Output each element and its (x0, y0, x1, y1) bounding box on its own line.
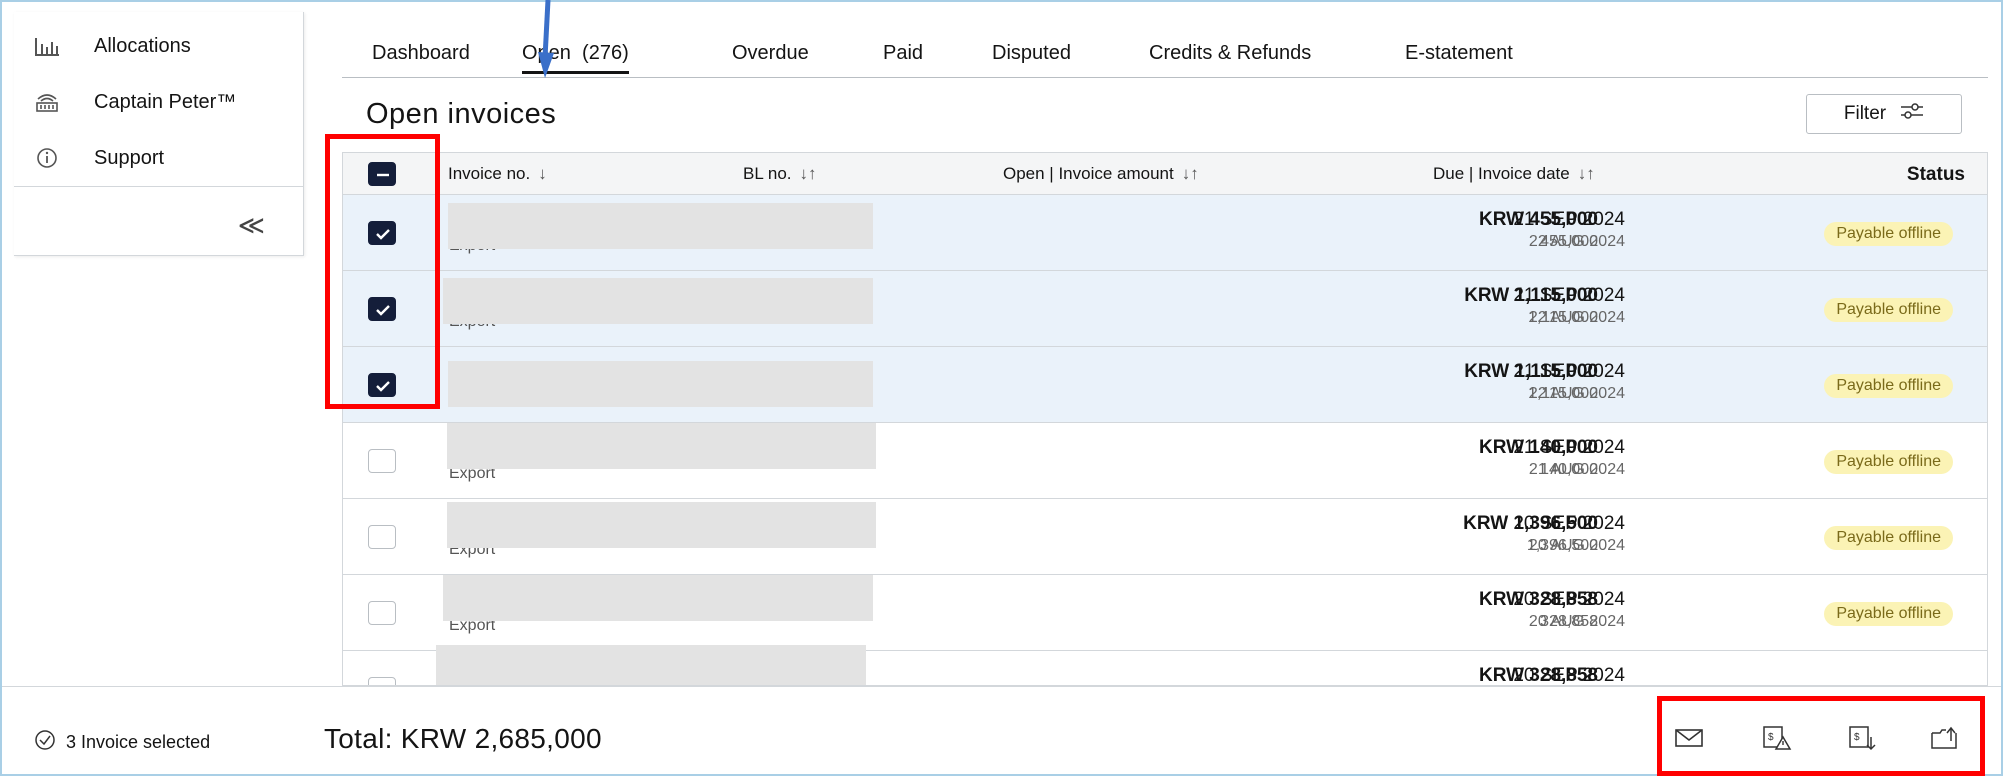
status-badge: Payable offline (1824, 602, 1953, 626)
table-row[interactable]: Export KRW 140,000 140,000 21 SEP 2024 21 AU… (343, 423, 1987, 499)
due-date: 21 SEP 2024 (1513, 285, 1625, 306)
dates-cell: 20 SEP 2024 20 AUG 2024 (1513, 513, 1625, 555)
check-circle-icon (34, 729, 56, 756)
invoice-date: 22 AUG 2024 (1528, 233, 1625, 250)
tab-overdue[interactable]: Overdue (732, 42, 809, 65)
sort-toggle-icon: ↓↑ (1577, 164, 1595, 183)
dates-cell: 21 SEP 2024 22 AUG 2024 (1513, 209, 1625, 251)
redacted-invoice-number (448, 203, 873, 249)
due-date: 20 SEP 2024 (1513, 589, 1625, 610)
sidebar-item-allocations[interactable]: Allocations (32, 26, 191, 66)
dispute-icon[interactable]: $ (1760, 723, 1794, 753)
selected-count-text: 3 Invoice selected (66, 732, 211, 752)
row-checkbox[interactable] (368, 525, 396, 549)
status-badge: Payable offline (1824, 526, 1953, 550)
tab-dashboard[interactable]: Dashboard (372, 42, 470, 65)
due-date: 21 SEP 2024 (1513, 437, 1625, 458)
sidebar-item-captain-peter[interactable]: Captain Peter™ (32, 82, 236, 122)
table-row[interactable]: Export KRW 328,858 328,858 20 SEP 2024 20 AU… (343, 575, 1987, 651)
due-date: 20 SEP 2024 (1513, 513, 1625, 534)
status-badge: Payable offline (1824, 298, 1953, 322)
invoice-date: 20 AUG 2024 (1528, 537, 1625, 554)
svg-text:$: $ (1768, 732, 1774, 743)
redacted-invoice-number (443, 575, 873, 621)
tab-bar: Dashboard Open (276) Overdue Paid Disput… (342, 38, 1988, 78)
dates-cell: 20 SEP 2024 (1513, 665, 1625, 686)
row-checkbox[interactable] (368, 449, 396, 473)
share-icon[interactable] (1928, 723, 1962, 753)
robot-icon (32, 90, 62, 114)
selection-summary: 3 Invoice selected (34, 729, 210, 756)
row-checkbox[interactable] (368, 677, 396, 685)
filter-label: Filter (1843, 103, 1887, 124)
redacted-invoice-number (447, 502, 876, 548)
status-badge: Payable offline (1824, 374, 1953, 398)
info-icon (32, 146, 62, 170)
bar-chart-icon (32, 34, 62, 58)
sidebar-item-label: Allocations (94, 34, 191, 57)
tab-e-statement[interactable]: E-statement (1405, 42, 1513, 65)
svg-text:$: $ (1854, 732, 1860, 743)
status-badge: Payable offline (1824, 450, 1953, 474)
page-title: Open invoices (366, 98, 557, 130)
column-header-bl-no[interactable]: BL no. ↓↑ (743, 164, 817, 184)
sort-down-icon: ↓ (538, 164, 547, 183)
invoice-date: 20 AUG 2024 (1528, 613, 1625, 630)
collapse-sidebar-button[interactable]: ≪ (238, 212, 265, 238)
mail-icon[interactable] (1672, 723, 1706, 753)
sidebar-item-support[interactable]: Support (32, 138, 164, 178)
redacted-invoice-number (436, 645, 866, 685)
tab-open[interactable]: Open (276) (522, 42, 629, 74)
filter-button[interactable]: Filter (1806, 94, 1962, 134)
invoice-date: 21 AUG 2024 (1528, 461, 1625, 478)
sort-toggle-icon: ↓↑ (799, 164, 817, 183)
table-row[interactable]: Export KRW 1,396,500 1,396,500 20 SEP 2024 2… (343, 499, 1987, 575)
sidebar-divider (14, 186, 303, 187)
due-date: 21 SEP 2024 (1513, 209, 1625, 230)
due-date: 20 SEP 2024 (1513, 665, 1625, 686)
table-header: Invoice no. ↓ BL no. ↓↑ Open | Invoice amo… (343, 153, 1987, 195)
redacted-invoice-number (447, 423, 876, 469)
table-row[interactable]: KRW 1,115,000 1,115,000 21 SEP 2024 22 AUG … (343, 347, 1987, 423)
sidebar-item-label: Captain Peter™ (94, 90, 237, 113)
sidebar-item-label: Support (94, 146, 165, 169)
tab-disputed[interactable]: Disputed (992, 42, 1071, 65)
invoice-table: Invoice no. ↓ BL no. ↓↑ Open | Invoice amo… (342, 152, 1988, 686)
invoice-date: 22 AUG 2024 (1528, 309, 1625, 326)
due-date: 21 SEP 2024 (1513, 361, 1625, 382)
download-invoice-icon[interactable]: $ (1846, 723, 1880, 753)
select-all-checkbox[interactable] (368, 162, 396, 186)
row-checkbox[interactable] (368, 297, 396, 321)
invoice-date: 22 AUG 2024 (1528, 385, 1625, 402)
sidebar: Allocations Captain Peter™ Support ≪ (14, 12, 304, 256)
dates-cell: 20 SEP 2024 20 AUG 2024 (1513, 589, 1625, 631)
column-header-invoice-no[interactable]: Invoice no. ↓ (448, 164, 547, 184)
redacted-invoice-number (443, 278, 873, 324)
table-row[interactable]: ExportKRW 455,000455,00021 SEP 202422 AU… (343, 195, 1987, 271)
column-header-status: Status (1906, 164, 1965, 185)
redacted-invoice-number (448, 361, 873, 407)
selection-total: Total: KRW 2,685,000 (324, 723, 602, 754)
row-checkbox[interactable] (368, 221, 396, 245)
dates-cell: 21 SEP 2024 21 AUG 2024 (1513, 437, 1625, 479)
column-header-dates[interactable]: Due | Invoice date ↓↑ (1433, 164, 1595, 184)
selection-footer: 3 Invoice selected Total: KRW 2,685,000 … (2, 686, 2001, 774)
status-badge: Payable offline (1824, 222, 1953, 246)
sort-toggle-icon: ↓↑ (1181, 164, 1199, 183)
table-row[interactable]: ExportKRW 1,115,0001,115,00021 SEP 20242… (343, 271, 1987, 347)
tab-credits-refunds[interactable]: Credits & Refunds (1149, 42, 1311, 65)
column-header-amount[interactable]: Open | Invoice amount ↓↑ (1003, 164, 1199, 184)
sliders-icon (1900, 102, 1924, 126)
table-row[interactable]: KRW 328,858 20 SEP 2024 (343, 645, 1987, 686)
row-checkbox[interactable] (368, 373, 396, 397)
row-checkbox[interactable] (368, 601, 396, 625)
tab-paid[interactable]: Paid (883, 42, 923, 65)
dates-cell: 21 SEP 2024 22 AUG 2024 (1513, 361, 1625, 403)
dates-cell: 21 SEP 2024 22 AUG 2024 (1513, 285, 1625, 327)
